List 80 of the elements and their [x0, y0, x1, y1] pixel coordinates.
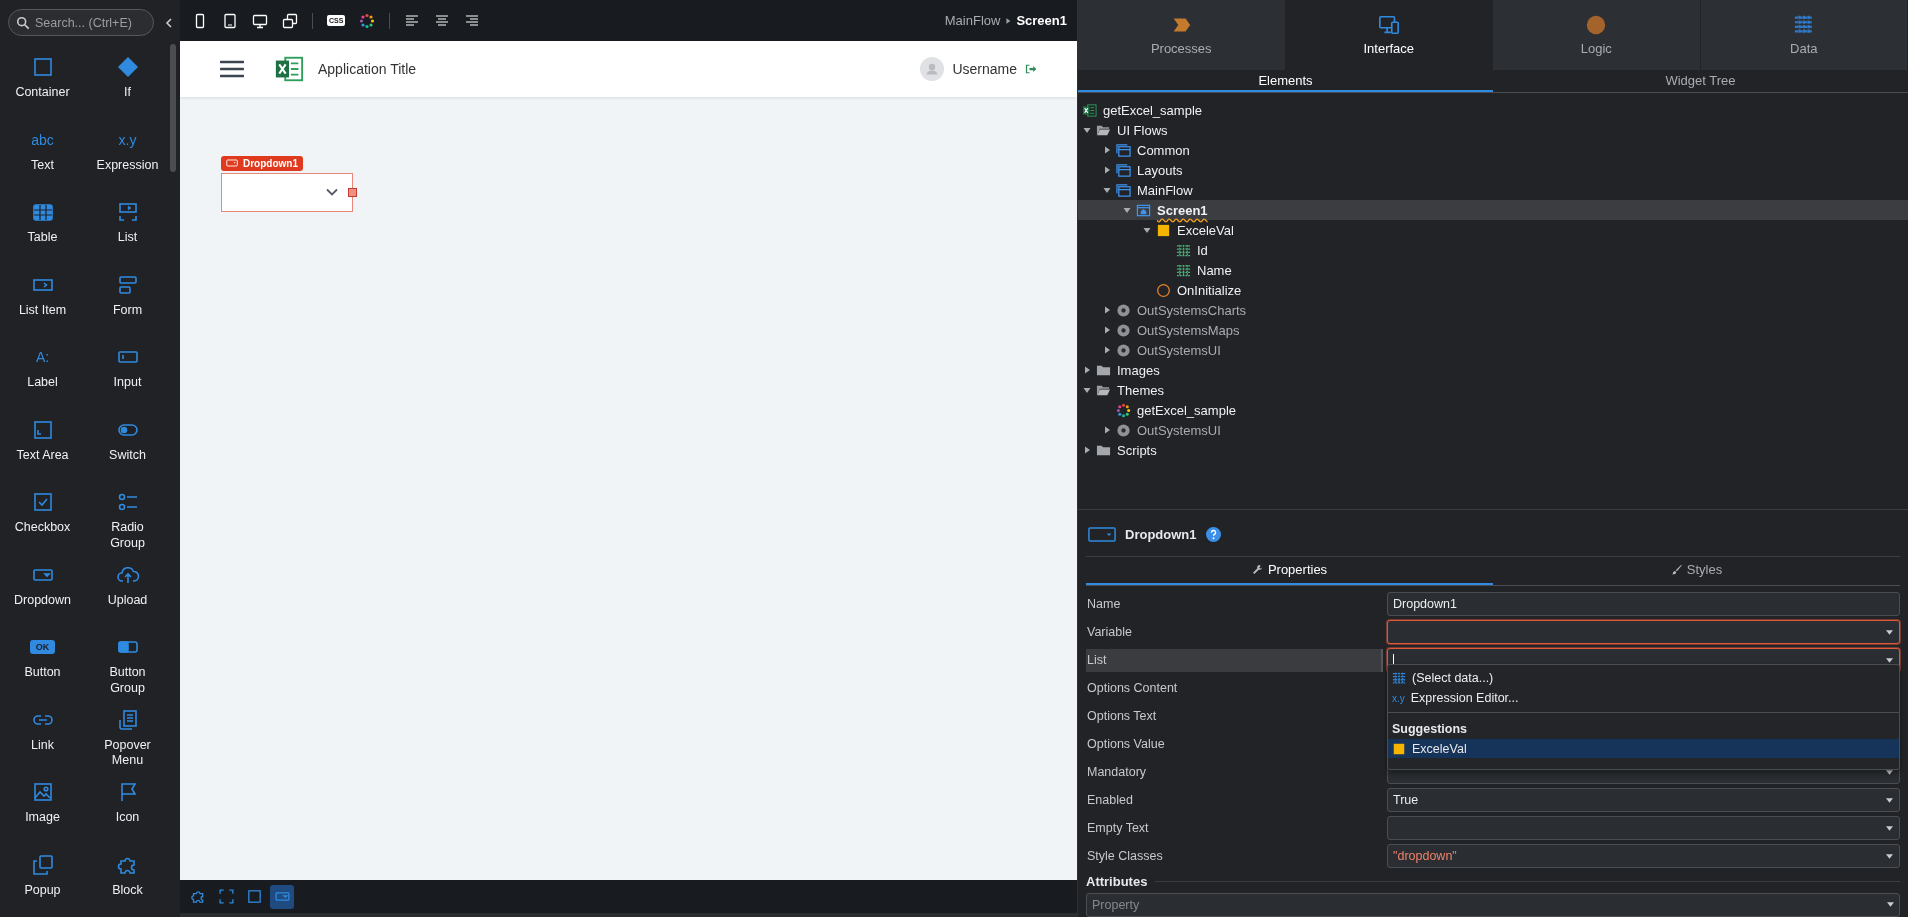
- button-icon: OK: [29, 640, 56, 654]
- glyph-icon: x.y: [118, 131, 137, 148]
- widget-tag[interactable]: Dropdown1: [221, 155, 303, 171]
- breadcrumb-item[interactable]: Screen1: [1016, 13, 1067, 28]
- tree-item[interactable]: UI Flows: [1078, 120, 1908, 140]
- suggestion-item[interactable]: ExceleVal: [1388, 739, 1899, 759]
- sub-tab[interactable]: Elements: [1078, 70, 1493, 92]
- tree-item[interactable]: OnInitialize: [1078, 280, 1908, 300]
- section-heading: Suggestions: [1391, 721, 1468, 739]
- toolbox-item[interactable]: Link: [0, 700, 85, 773]
- tree-item[interactable]: OutSystemsUI: [1078, 420, 1908, 440]
- toolbox-item[interactable]: Input: [85, 338, 170, 411]
- menu-item[interactable]: x.y Expression Editor...: [1388, 688, 1899, 709]
- properties-tab[interactable]: Properties: [1086, 556, 1493, 586]
- toolbox-item[interactable]: Image: [0, 773, 85, 846]
- widget-name: Dropdown1: [1125, 527, 1197, 543]
- toolbox-item[interactable]: Container: [0, 48, 85, 121]
- toolbox-item[interactable]: Radio Group: [85, 483, 170, 556]
- username[interactable]: Username: [952, 61, 1017, 77]
- property-label: Enabled: [1086, 792, 1134, 810]
- expression-icon: x.y: [1392, 692, 1405, 704]
- menu-item[interactable]: (Select data...): [1388, 668, 1899, 689]
- property-label: Empty Text: [1086, 820, 1150, 838]
- property-field[interactable]: Property: [1086, 893, 1900, 917]
- tree-item[interactable]: OutSystemsMaps: [1078, 320, 1908, 340]
- property-field[interactable]: "dropdown": [1387, 844, 1900, 869]
- panel-tab[interactable]: Data: [1700, 0, 1908, 70]
- tree-item[interactable]: getExcel_sample: [1078, 100, 1908, 120]
- tree-item[interactable]: Id: [1078, 240, 1908, 260]
- property-field[interactable]: True: [1387, 788, 1900, 813]
- property-label: Options Content: [1086, 680, 1179, 698]
- property-label: Style Classes: [1086, 848, 1164, 866]
- tree-item[interactable]: MainFlow: [1078, 180, 1908, 200]
- toolbox-item[interactable]: Form: [85, 265, 170, 338]
- property-label: Mandatory: [1086, 764, 1148, 782]
- toolbox-item[interactable]: Icon: [85, 773, 170, 846]
- tree-item[interactable]: Name: [1078, 260, 1908, 280]
- toolbox-item[interactable]: OK Button: [0, 628, 85, 701]
- toolbox-item[interactable]: Button Group: [85, 628, 170, 701]
- property-label: List: [1086, 648, 1383, 672]
- toolbox-item[interactable]: Checkbox: [0, 483, 85, 556]
- tree-item[interactable]: Screen1: [1078, 200, 1908, 220]
- tree-item[interactable]: OutSystemsUI: [1078, 340, 1908, 360]
- toolbox-item[interactable]: Dropdown: [0, 555, 85, 628]
- toolbox-item[interactable]: Upload: [85, 555, 170, 628]
- property-label: Options Value: [1086, 736, 1166, 754]
- toolbox-item[interactable]: List Item: [0, 265, 85, 338]
- tree-item[interactable]: OutSystemsCharts: [1078, 300, 1908, 320]
- toolbox-item[interactable]: List: [85, 193, 170, 266]
- toolbox-item[interactable]: Switch: [85, 410, 170, 483]
- tree-item[interactable]: ExceleVal: [1078, 220, 1908, 240]
- toolbox-item[interactable]: A: Label: [0, 338, 85, 411]
- toolbox-item[interactable]: Table: [0, 193, 85, 266]
- sub-tab[interactable]: Widget Tree: [1493, 70, 1908, 92]
- toolbox-item[interactable]: Popup: [0, 845, 85, 917]
- glyph-icon: abc: [31, 131, 54, 148]
- toolbox-item[interactable]: Block: [85, 845, 170, 917]
- search-field[interactable]: Search... (Ctrl+E): [8, 9, 154, 36]
- panel-tab[interactable]: Logic: [1493, 0, 1701, 70]
- tree-item[interactable]: Images: [1078, 360, 1908, 380]
- tree-item[interactable]: Themes: [1078, 380, 1908, 400]
- panel-tab[interactable]: Processes: [1078, 0, 1286, 70]
- toolbox-item[interactable]: x.y Expression: [85, 120, 170, 193]
- tree-item[interactable]: Layouts: [1078, 160, 1908, 180]
- property-label: Variable: [1086, 624, 1133, 642]
- tree-item[interactable]: Common: [1078, 140, 1908, 160]
- toolbox-item[interactable]: If: [85, 48, 170, 121]
- toolbox-item[interactable]: abc Text: [0, 120, 85, 193]
- breadcrumb-item[interactable]: MainFlow: [944, 13, 1001, 28]
- glyph-icon: A:: [35, 349, 50, 365]
- tree-item[interactable]: Scripts: [1078, 440, 1908, 460]
- tree-item[interactable]: getExcel_sample: [1078, 400, 1908, 420]
- app-title: Application Title: [318, 61, 417, 77]
- toolbox-item[interactable]: Text Area: [0, 410, 85, 483]
- section-heading: Attributes: [1086, 874, 1148, 890]
- toolbox-item[interactable]: Popover Menu: [85, 700, 170, 773]
- property-field[interactable]: Dropdown1: [1387, 592, 1900, 617]
- property-label: Name: [1086, 596, 1122, 614]
- properties-tab[interactable]: Styles: [1493, 556, 1900, 586]
- property-label: Options Text: [1086, 708, 1158, 726]
